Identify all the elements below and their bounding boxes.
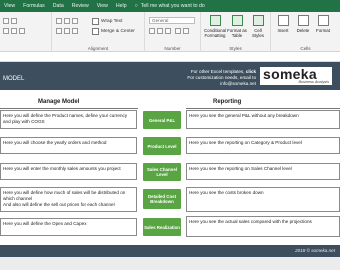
- cell-styles-icon: [252, 15, 264, 26]
- manage-model-cell: Here you will define how much of sales w…: [0, 187, 137, 212]
- insert-cells-icon: [277, 15, 289, 26]
- wrap-text-icon: [92, 18, 99, 25]
- decrease-decimal-icon[interactable]: [183, 28, 189, 34]
- reporting-cell: Here you see the actual sales compared w…: [186, 216, 340, 237]
- number-group-label: Number: [164, 46, 181, 51]
- reporting-divider: [186, 108, 340, 109]
- tab-review[interactable]: Review: [72, 3, 89, 9]
- align-bottom-icon[interactable]: [72, 18, 78, 24]
- sales-realization-button[interactable]: Sales Realization: [143, 218, 181, 236]
- alignment-group-label: Alignment: [87, 46, 109, 51]
- reporting-cell: Here you see the reporting on Category &…: [186, 137, 340, 154]
- manage-model-cell: Here you will enter the monthly sales am…: [0, 163, 137, 180]
- delete-button[interactable]: Delete: [293, 15, 313, 33]
- ribbon-tab-bar: View Formulas Data Review View Help ○ Te…: [0, 0, 340, 12]
- reporting-cell: Here you see the reporting on Sales Chan…: [186, 163, 340, 180]
- border-icon[interactable]: [3, 28, 9, 34]
- model-title: MODEL: [3, 76, 25, 82]
- detailed-cost-breakdown-button[interactable]: Detailed Cost Breakdown: [143, 189, 181, 209]
- format-as-table-icon: [231, 15, 243, 26]
- tab-view[interactable]: View: [4, 3, 15, 9]
- manage-model-title: Manage Model: [38, 99, 80, 105]
- font-group: [0, 12, 52, 52]
- copyright-text: 2018 © someka.net: [295, 248, 335, 253]
- format-cells-icon: [317, 15, 329, 26]
- reporting-title: Reporting: [213, 99, 242, 105]
- tab-formulas[interactable]: Formulas: [23, 3, 45, 9]
- align-middle-icon[interactable]: [64, 18, 70, 24]
- align-center-icon[interactable]: [64, 28, 70, 34]
- format-as-table-button[interactable]: Format as Table: [227, 15, 247, 38]
- align-left-icon[interactable]: [56, 28, 62, 34]
- ribbon: Wrap Text Merge & Center Alignment Gener…: [0, 12, 340, 52]
- cell-styles-button[interactable]: Cell Styles: [248, 15, 268, 38]
- tab-view-2[interactable]: View: [97, 3, 108, 9]
- templates-click-link[interactable]: click: [246, 69, 256, 74]
- product-level-button[interactable]: Product Level: [143, 137, 181, 155]
- align-top-icon[interactable]: [56, 18, 62, 24]
- manage-model-cell: Here you will define the Opex and Capex: [0, 218, 137, 236]
- logo-subtitle: Business Analysis: [298, 80, 329, 84]
- font-size-down-icon[interactable]: [11, 18, 17, 24]
- lightbulb-icon: ○: [134, 3, 138, 9]
- general-pl-button[interactable]: General P&L: [143, 111, 181, 129]
- comma-icon[interactable]: [165, 28, 171, 34]
- currency-icon[interactable]: [149, 28, 155, 34]
- fill-color-icon[interactable]: [11, 28, 17, 34]
- number-group: General Number: [145, 12, 201, 52]
- tab-help[interactable]: Help: [116, 3, 127, 9]
- manage-model-cell: Here you will choose the yearly orders a…: [0, 137, 137, 154]
- cells-group: Insert Delete Format Cells: [271, 12, 340, 52]
- tell-me-text: Tell me what you want to do: [140, 3, 205, 9]
- insert-button[interactable]: Insert: [273, 15, 293, 33]
- someka-logo[interactable]: someka Business Analysis: [260, 66, 332, 85]
- manage-model-cell: Here you will define the Product names, …: [0, 110, 137, 129]
- tab-data[interactable]: Data: [53, 3, 64, 9]
- manage-model-divider: [0, 108, 138, 109]
- font-size-up-icon[interactable]: [3, 18, 9, 24]
- number-format-dropdown[interactable]: General: [149, 17, 195, 24]
- tell-me-box[interactable]: ○ Tell me what you want to do: [135, 3, 205, 9]
- conditional-formatting-button[interactable]: Conditional Formatting: [204, 15, 226, 38]
- sheet-bottom-area: [0, 257, 340, 270]
- alignment-group: Wrap Text Merge & Center Alignment: [52, 12, 145, 52]
- wrap-text-button[interactable]: Wrap Text: [92, 18, 122, 25]
- merge-center-button[interactable]: Merge & Center: [92, 28, 135, 35]
- font-color-icon[interactable]: [19, 28, 25, 34]
- email-link[interactable]: info@someka.net: [220, 81, 256, 86]
- conditional-formatting-icon: [209, 15, 221, 26]
- header-band: MODEL For other Excel templates, click F…: [0, 62, 340, 90]
- merge-cells-icon: [92, 28, 99, 35]
- footer-band: 2018 © someka.net: [0, 245, 340, 257]
- styles-group: Conditional Formatting Format as Table C…: [201, 12, 271, 52]
- cells-group-label: Cells: [300, 46, 311, 51]
- percent-icon[interactable]: [157, 28, 163, 34]
- increase-decimal-icon[interactable]: [175, 28, 181, 34]
- sales-channel-level-button[interactable]: Sales Channel Level: [143, 163, 181, 181]
- align-right-icon[interactable]: [72, 28, 78, 34]
- format-button[interactable]: Format: [313, 15, 333, 33]
- delete-cells-icon: [297, 15, 309, 26]
- reporting-cell: Here you see the general P&L without any…: [186, 110, 340, 129]
- styles-group-label: Styles: [229, 46, 242, 51]
- formula-strip: [0, 52, 340, 62]
- reporting-cell: Here you see the costs broken down: [186, 187, 340, 212]
- templates-info: For other Excel templates, click For cus…: [187, 69, 256, 86]
